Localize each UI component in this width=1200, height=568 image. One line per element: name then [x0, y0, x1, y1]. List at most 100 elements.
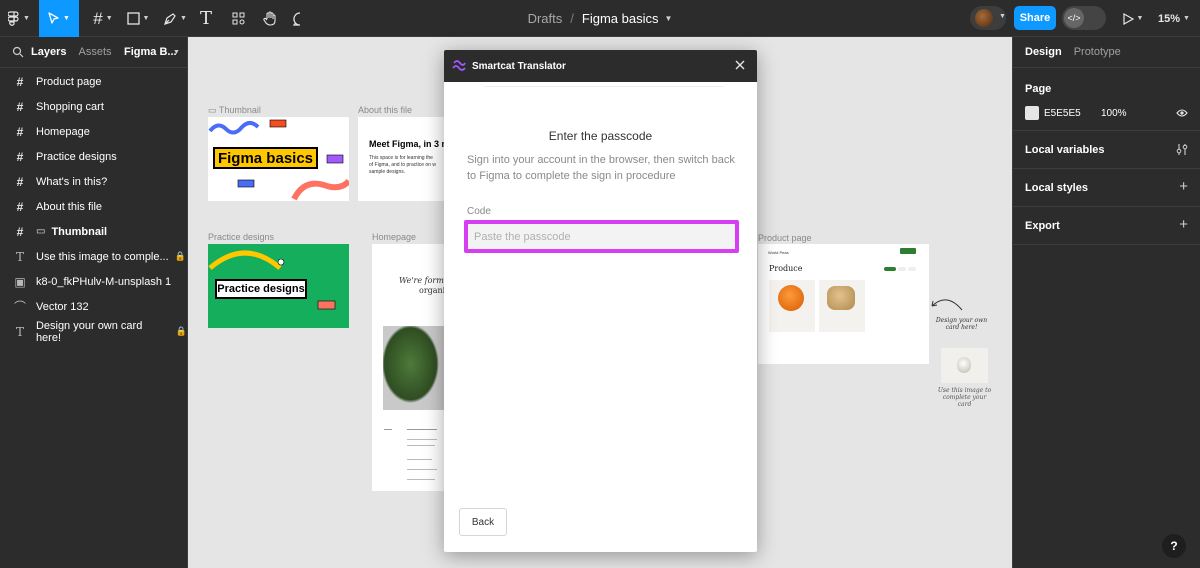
- resources-button[interactable]: [226, 0, 250, 37]
- about-line: This space is for learning the: [369, 155, 433, 161]
- dev-mode-toggle[interactable]: </>: [1062, 6, 1106, 30]
- page-selector[interactable]: Figma B...: [124, 46, 177, 58]
- image-icon: ▣: [14, 274, 26, 289]
- divider: [484, 86, 724, 87]
- local-styles-section[interactable]: Local styles +: [1013, 169, 1200, 207]
- search-icon[interactable]: [12, 46, 24, 58]
- local-variables-section[interactable]: Local variables: [1013, 131, 1200, 169]
- comment-tool-button[interactable]: [288, 0, 312, 37]
- practice-frame[interactable]: Practice designs: [208, 244, 349, 328]
- variables-icon[interactable]: [1176, 143, 1188, 156]
- product-heading: Produce: [769, 264, 803, 273]
- passcode-input[interactable]: [464, 220, 739, 253]
- tab-prototype[interactable]: Prototype: [1074, 46, 1121, 58]
- toolbar: ▼ ▼ # ▼ ▼ ▼ T Drafts / Figma basics ▼ ▼ …: [0, 0, 1200, 37]
- layer-label: k8-0_fkPHulv-M-unsplash 1: [36, 275, 172, 288]
- tab-design[interactable]: Design: [1025, 46, 1062, 58]
- right-panel-tabs: Design Prototype: [1013, 37, 1200, 68]
- chevron-down-icon[interactable]: ▼: [664, 14, 672, 23]
- lock-icon[interactable]: 🔒: [175, 251, 186, 262]
- figma-logo-icon: [8, 10, 19, 26]
- export-section[interactable]: Export +: [1013, 207, 1200, 245]
- local-variables-label: Local variables: [1025, 144, 1105, 156]
- frame-tool-button[interactable]: # ▼: [84, 0, 122, 37]
- layer-item[interactable]: # Product page: [0, 69, 187, 94]
- text-placeholder: [407, 479, 435, 480]
- product-card: [819, 280, 865, 332]
- text-tool-button[interactable]: T: [194, 0, 218, 37]
- frame-icon: #: [16, 174, 24, 189]
- thumbnail-frame[interactable]: Figma basics: [208, 117, 349, 201]
- layer-item[interactable]: T Use this image to comple... 🔒: [0, 244, 187, 269]
- user-avatar[interactable]: ▼: [970, 6, 1006, 30]
- page-color-value[interactable]: E5E5E5: [1044, 108, 1081, 119]
- homepage-headline: organi: [419, 286, 444, 295]
- orange-image: [778, 285, 804, 311]
- file-name[interactable]: Figma basics: [582, 11, 659, 26]
- pen-icon: [164, 12, 176, 25]
- tab-assets[interactable]: Assets: [78, 46, 111, 58]
- pen-tool-button[interactable]: ▼: [158, 0, 192, 37]
- layer-item[interactable]: ▣ k8-0_fkPHulv-M-unsplash 1: [0, 269, 187, 294]
- share-button[interactable]: Share: [1014, 6, 1056, 30]
- about-frame[interactable]: Meet Figma, in 3 mi This space is for le…: [358, 117, 448, 201]
- tab-layers[interactable]: Layers: [31, 46, 66, 58]
- product-brand: World Peas: [768, 250, 789, 255]
- ginger-image: [827, 286, 855, 310]
- layer-item[interactable]: T Design your own card here! 🔒: [0, 319, 187, 344]
- layer-label: Product page: [36, 75, 102, 88]
- layer-item[interactable]: # About this file: [0, 194, 187, 219]
- frame-label-thumbnail[interactable]: ▭ Thumbnail: [208, 105, 261, 116]
- garlic-bulb: [957, 357, 971, 373]
- hand-icon: [263, 11, 276, 26]
- layer-item[interactable]: # Practice designs: [0, 144, 187, 169]
- chevron-down-icon: ▼: [1136, 15, 1144, 22]
- layer-item[interactable]: # Homepage: [0, 119, 187, 144]
- plus-icon[interactable]: +: [1179, 216, 1188, 233]
- text-icon: T: [199, 8, 212, 29]
- left-panel: Layers Assets Figma B... ▼ # Product page…: [0, 37, 188, 568]
- eye-icon[interactable]: [1176, 108, 1188, 118]
- page-opacity[interactable]: 100%: [1101, 108, 1127, 119]
- frame-label-practice[interactable]: Practice designs: [208, 232, 274, 242]
- local-styles-label: Local styles: [1025, 182, 1088, 194]
- main-menu-button[interactable]: ▼: [0, 0, 38, 37]
- present-button[interactable]: ▼: [1118, 0, 1148, 37]
- close-icon[interactable]: [733, 58, 747, 72]
- plus-icon[interactable]: +: [1179, 178, 1188, 195]
- lock-icon[interactable]: 🔒: [176, 326, 187, 337]
- layer-item[interactable]: # What's in this?: [0, 169, 187, 194]
- help-button[interactable]: ?: [1162, 534, 1186, 558]
- text-placeholder: [407, 459, 432, 460]
- product-frame[interactable]: World Peas Produce: [758, 244, 929, 364]
- resources-icon: [232, 12, 244, 25]
- back-button[interactable]: Back: [459, 508, 507, 536]
- layer-item[interactable]: # Shopping cart: [0, 94, 187, 119]
- layer-label: Thumbnail: [51, 225, 108, 238]
- layer-label: Practice designs: [36, 150, 117, 163]
- chevron-down-icon: ▼: [23, 15, 30, 22]
- export-label: Export: [1025, 220, 1060, 232]
- frame-label-product[interactable]: Product page: [758, 233, 812, 243]
- plugin-modal: Smartcat Translator Enter the passcode S…: [444, 50, 757, 552]
- homepage-frame[interactable]: We're formers, organi: [372, 244, 444, 491]
- layer-label: Vector 132: [36, 300, 89, 313]
- zoom-menu[interactable]: 15% ▼: [1154, 0, 1194, 37]
- page-color-swatch[interactable]: [1025, 106, 1039, 120]
- garlic-image[interactable]: [941, 348, 988, 383]
- shape-tool-button[interactable]: ▼: [122, 0, 154, 37]
- frame-icon: #: [16, 74, 24, 89]
- layer-item[interactable]: ⌒ Vector 132: [0, 294, 187, 319]
- text-icon: T: [15, 324, 24, 339]
- chevron-down-icon[interactable]: ▼: [173, 49, 180, 56]
- frame-icon: #: [16, 149, 24, 164]
- hand-tool-button[interactable]: [258, 0, 282, 37]
- breadcrumb-drafts[interactable]: Drafts: [528, 11, 563, 26]
- move-tool-button[interactable]: ▼: [39, 0, 79, 37]
- frame-label-homepage[interactable]: Homepage: [372, 232, 416, 242]
- layer-item[interactable]: # ▭ Thumbnail: [0, 219, 187, 244]
- homepage-headline: We're formers,: [399, 276, 444, 285]
- frame-label-about[interactable]: About this file: [358, 105, 412, 115]
- layer-label: Use this image to comple...: [36, 250, 169, 263]
- about-line: of Figma, and to practice on w: [369, 162, 436, 168]
